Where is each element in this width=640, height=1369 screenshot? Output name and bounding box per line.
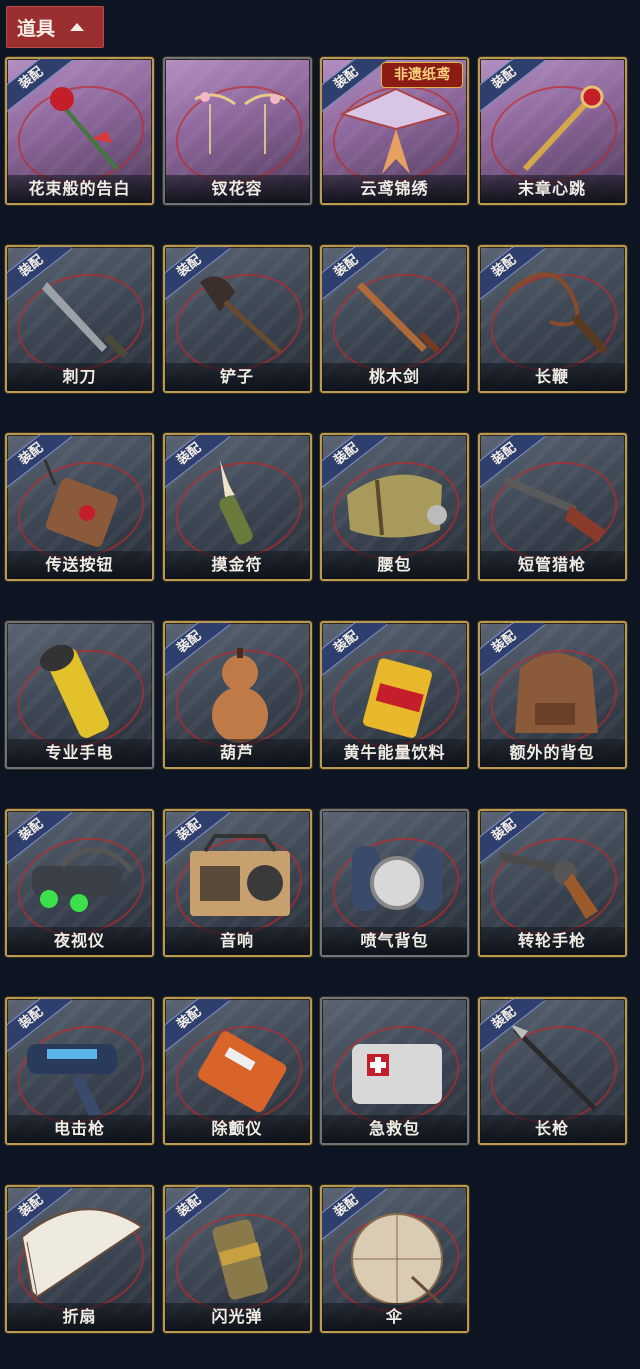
- item-grid: 装配 花束般的告白 钗花容 装配 非遗纸鸢 云鸢锦绣 装配 末章心跳 装配 刺刀 装配 铲子 装配 桃木剑…: [5, 57, 633, 1333]
- item-card[interactable]: 装配 花束般的告白: [5, 57, 154, 205]
- item-card[interactable]: 装配 长枪: [477, 997, 627, 1145]
- item-name: 末章心跳: [479, 175, 625, 203]
- item-name: 花束般的告白: [7, 175, 152, 203]
- item-name: 折扇: [7, 1303, 152, 1331]
- item-name: 刺刀: [7, 363, 152, 391]
- item-name: 夜视仪: [7, 927, 152, 955]
- item-name: 转轮手枪: [479, 927, 625, 955]
- item-card[interactable]: 装配 摸金符: [162, 433, 312, 581]
- chevron-up-icon: [70, 23, 85, 31]
- item-card[interactable]: 钗花容: [162, 57, 312, 205]
- items-collapse-button[interactable]: 道具: [6, 6, 104, 48]
- item-name: 长鞭: [479, 363, 625, 391]
- item-card[interactable]: 装配 额外的背包: [477, 621, 627, 769]
- item-card[interactable]: 装配 传送按钮: [5, 433, 154, 581]
- item-name: 桃木剑: [322, 363, 467, 391]
- item-name: 钗花容: [164, 175, 310, 203]
- flashlight-icon: [39, 644, 109, 738]
- item-name: 专业手电: [7, 739, 152, 767]
- item-name: 额外的背包: [479, 739, 625, 767]
- item-card[interactable]: 装配 电击枪: [5, 997, 154, 1145]
- item-card[interactable]: 装配 刺刀: [5, 245, 154, 393]
- hairpins-icon: [193, 92, 286, 154]
- item-card[interactable]: 装配 除颤仪: [162, 997, 312, 1145]
- item-card[interactable]: 装配 腰包: [320, 433, 469, 581]
- item-card[interactable]: 装配 短管猎枪: [477, 433, 627, 581]
- header-title: 道具: [17, 17, 56, 40]
- item-card[interactable]: 装配 闪光弹: [162, 1185, 312, 1333]
- item-card[interactable]: 装配伞: [320, 1185, 469, 1333]
- item-card[interactable]: 装配 黄牛能量饮料: [320, 621, 469, 769]
- item-name: 音响: [164, 927, 310, 955]
- item-card[interactable]: 装配 铲子: [162, 245, 312, 393]
- item-name: 腰包: [322, 551, 467, 579]
- item-card[interactable]: 装配 桃木剑: [320, 245, 469, 393]
- item-card[interactable]: 装配 转轮手枪: [477, 809, 627, 957]
- item-card[interactable]: 专业手电: [5, 621, 154, 769]
- item-card[interactable]: 喷气背包: [320, 809, 469, 957]
- item-card[interactable]: 装配 末章心跳: [477, 57, 627, 205]
- item-card[interactable]: 急救包: [320, 997, 469, 1145]
- jetpack-icon: [352, 846, 442, 911]
- heritage-badge: 非遗纸鸢: [381, 62, 463, 88]
- item-name: 云鸢锦绣: [322, 175, 467, 203]
- item-card[interactable]: 装配 夜视仪: [5, 809, 154, 957]
- item-card[interactable]: 装配 长鞭: [477, 245, 627, 393]
- item-name: 喷气背包: [322, 927, 467, 955]
- item-card[interactable]: 装配 音响: [162, 809, 312, 957]
- item-card[interactable]: 装配 非遗纸鸢 云鸢锦绣: [320, 57, 469, 205]
- item-name: 传送按钮: [7, 551, 152, 579]
- item-name: 葫芦: [164, 739, 310, 767]
- item-name: 铲子: [164, 363, 310, 391]
- first-aid-icon: [352, 1044, 442, 1104]
- item-name: 短管猎枪: [479, 551, 625, 579]
- item-name: 伞: [322, 1303, 467, 1331]
- item-card[interactable]: 装配 葫芦: [162, 621, 312, 769]
- item-name: 黄牛能量饮料: [322, 739, 467, 767]
- item-name: 闪光弹: [164, 1303, 310, 1331]
- item-name: 急救包: [322, 1115, 467, 1143]
- item-name: 长枪: [479, 1115, 625, 1143]
- item-name: 电击枪: [7, 1115, 152, 1143]
- item-card[interactable]: 装配 折扇: [5, 1185, 154, 1333]
- item-name: 摸金符: [164, 551, 310, 579]
- item-name: 除颤仪: [164, 1115, 310, 1143]
